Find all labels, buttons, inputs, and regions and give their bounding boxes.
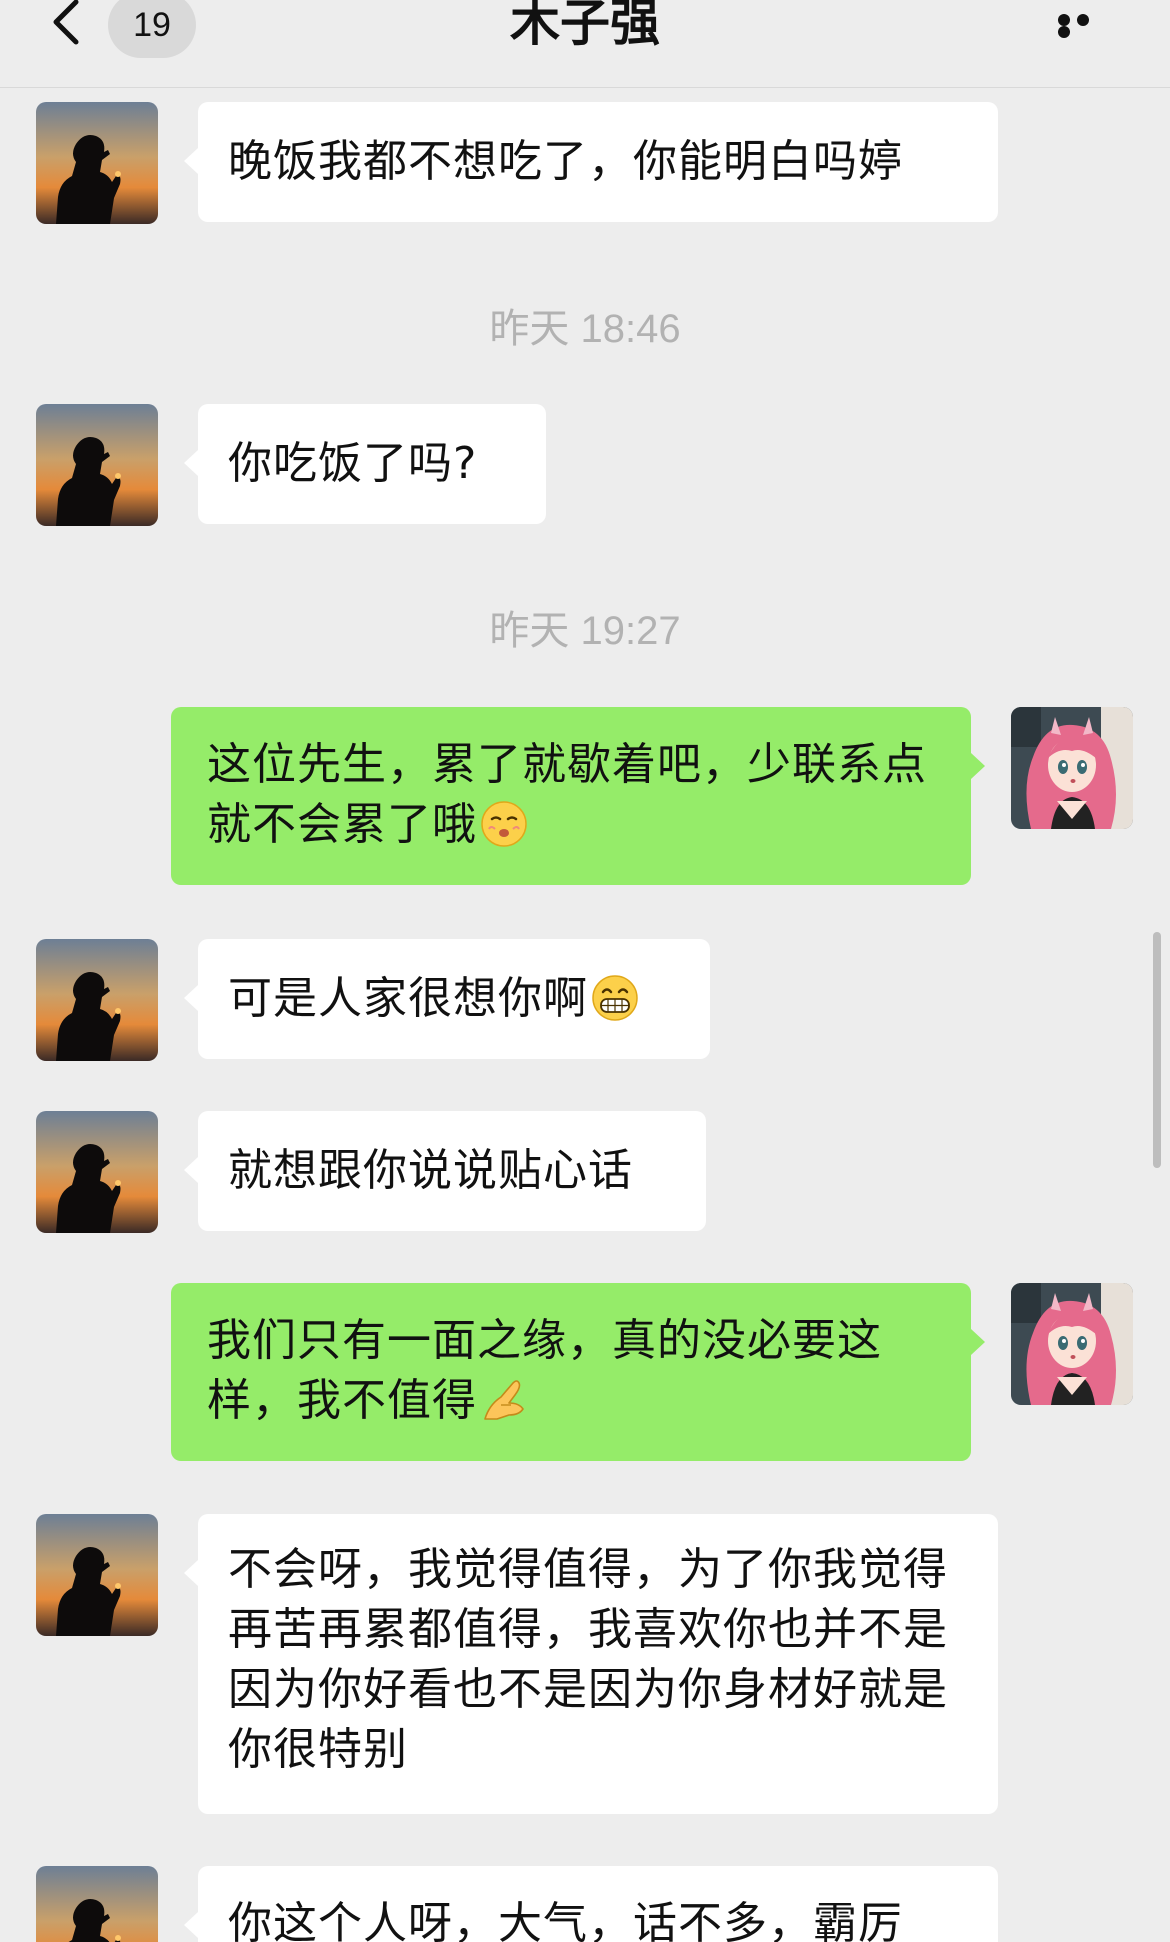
- message-bubble[interactable]: 这位先生，累了就歇着吧，少联系点就不会累了哦: [171, 707, 971, 885]
- bubble-tail: [184, 148, 198, 174]
- shushing-face-emoji-icon: [481, 801, 527, 847]
- message-text: 晚饭我都不想吃了，你能明白吗婷: [228, 136, 903, 187]
- anime-girl-avatar-image: [1011, 707, 1133, 829]
- message-bubble[interactable]: 晚饭我都不想吃了，你能明白吗婷: [198, 102, 998, 222]
- message-bubble[interactable]: 你这个人呀，大气，话不多，霸厉: [198, 1866, 998, 1942]
- sunset-silhouette-avatar-image: [36, 102, 158, 224]
- sunset-silhouette-avatar-image: [36, 1514, 158, 1636]
- sunset-silhouette-avatar-image: [36, 404, 158, 526]
- bubble-tail: [184, 450, 198, 476]
- message-text: 你吃饭了吗?: [228, 438, 478, 489]
- message-text: 就想跟你说说贴心话: [228, 1145, 633, 1196]
- bubble-tail: [971, 1329, 985, 1355]
- message-text: 你这个人呀，大气，话不多，霸厉: [228, 1898, 903, 1942]
- message-bubble[interactable]: 我们只有一面之缘，真的没必要这样，我不值得: [171, 1283, 971, 1461]
- chat-header: 19 木子强: [0, 0, 1170, 88]
- bubble-tail: [184, 985, 198, 1011]
- message-content: 这位先生，累了就歇着吧，少联系点就不会累了哦: [207, 735, 935, 855]
- anime-girl-avatar-image: [1011, 1283, 1133, 1405]
- pinched-fingers-emoji-icon: [484, 1380, 524, 1420]
- message-text: 可是人家很想你啊: [228, 973, 588, 1024]
- bubble-tail: [184, 1912, 198, 1938]
- message-text: 这位先生，累了就歇着吧，少联系点就不会累了哦: [207, 739, 927, 850]
- message-bubble[interactable]: 就想跟你说说贴心话: [198, 1111, 706, 1231]
- my-avatar[interactable]: [1011, 1283, 1133, 1405]
- contact-avatar[interactable]: [36, 939, 158, 1061]
- bubble-tail: [971, 753, 985, 779]
- chat-title: 木子强: [510, 0, 660, 52]
- message-text: 不会呀，我觉得值得，为了你我觉得再苦再累都值得，我喜欢你也并不是因为你好看也不是…: [228, 1544, 948, 1775]
- contact-avatar[interactable]: [36, 404, 158, 526]
- message-timestamp: 昨天 18:46: [489, 307, 681, 351]
- sunset-silhouette-avatar-image: [36, 1866, 158, 1942]
- my-avatar[interactable]: [1011, 707, 1133, 829]
- message-content: 可是人家很想你啊: [228, 969, 680, 1029]
- message-text: 我们只有一面之缘，真的没必要这样，我不值得: [207, 1315, 882, 1426]
- contact-avatar[interactable]: [36, 1514, 158, 1636]
- more-options-button[interactable]: [1058, 14, 1114, 38]
- bubble-tail: [184, 1157, 198, 1183]
- chat-screen: 19 木子强 晚饭我都不想吃了，你能明白吗婷 昨天 18:46 你吃饭了吗? 昨…: [0, 0, 1170, 1942]
- bubble-tail: [184, 1560, 198, 1586]
- grinning-face-emoji-icon: [592, 975, 638, 1021]
- sunset-silhouette-avatar-image: [36, 1111, 158, 1233]
- sunset-silhouette-avatar-image: [36, 939, 158, 1061]
- message-bubble[interactable]: 可是人家很想你啊: [198, 939, 710, 1059]
- contact-avatar[interactable]: [36, 1866, 158, 1942]
- contact-avatar[interactable]: [36, 102, 158, 224]
- message-content: 我们只有一面之缘，真的没必要这样，我不值得: [207, 1311, 935, 1431]
- message-bubble[interactable]: 你吃饭了吗?: [198, 404, 546, 524]
- message-bubble[interactable]: 不会呀，我觉得值得，为了你我觉得再苦再累都值得，我喜欢你也并不是因为你好看也不是…: [198, 1514, 998, 1814]
- scrollbar[interactable]: [1153, 932, 1161, 1168]
- message-timestamp: 昨天 19:27: [489, 609, 681, 653]
- contact-avatar[interactable]: [36, 1111, 158, 1233]
